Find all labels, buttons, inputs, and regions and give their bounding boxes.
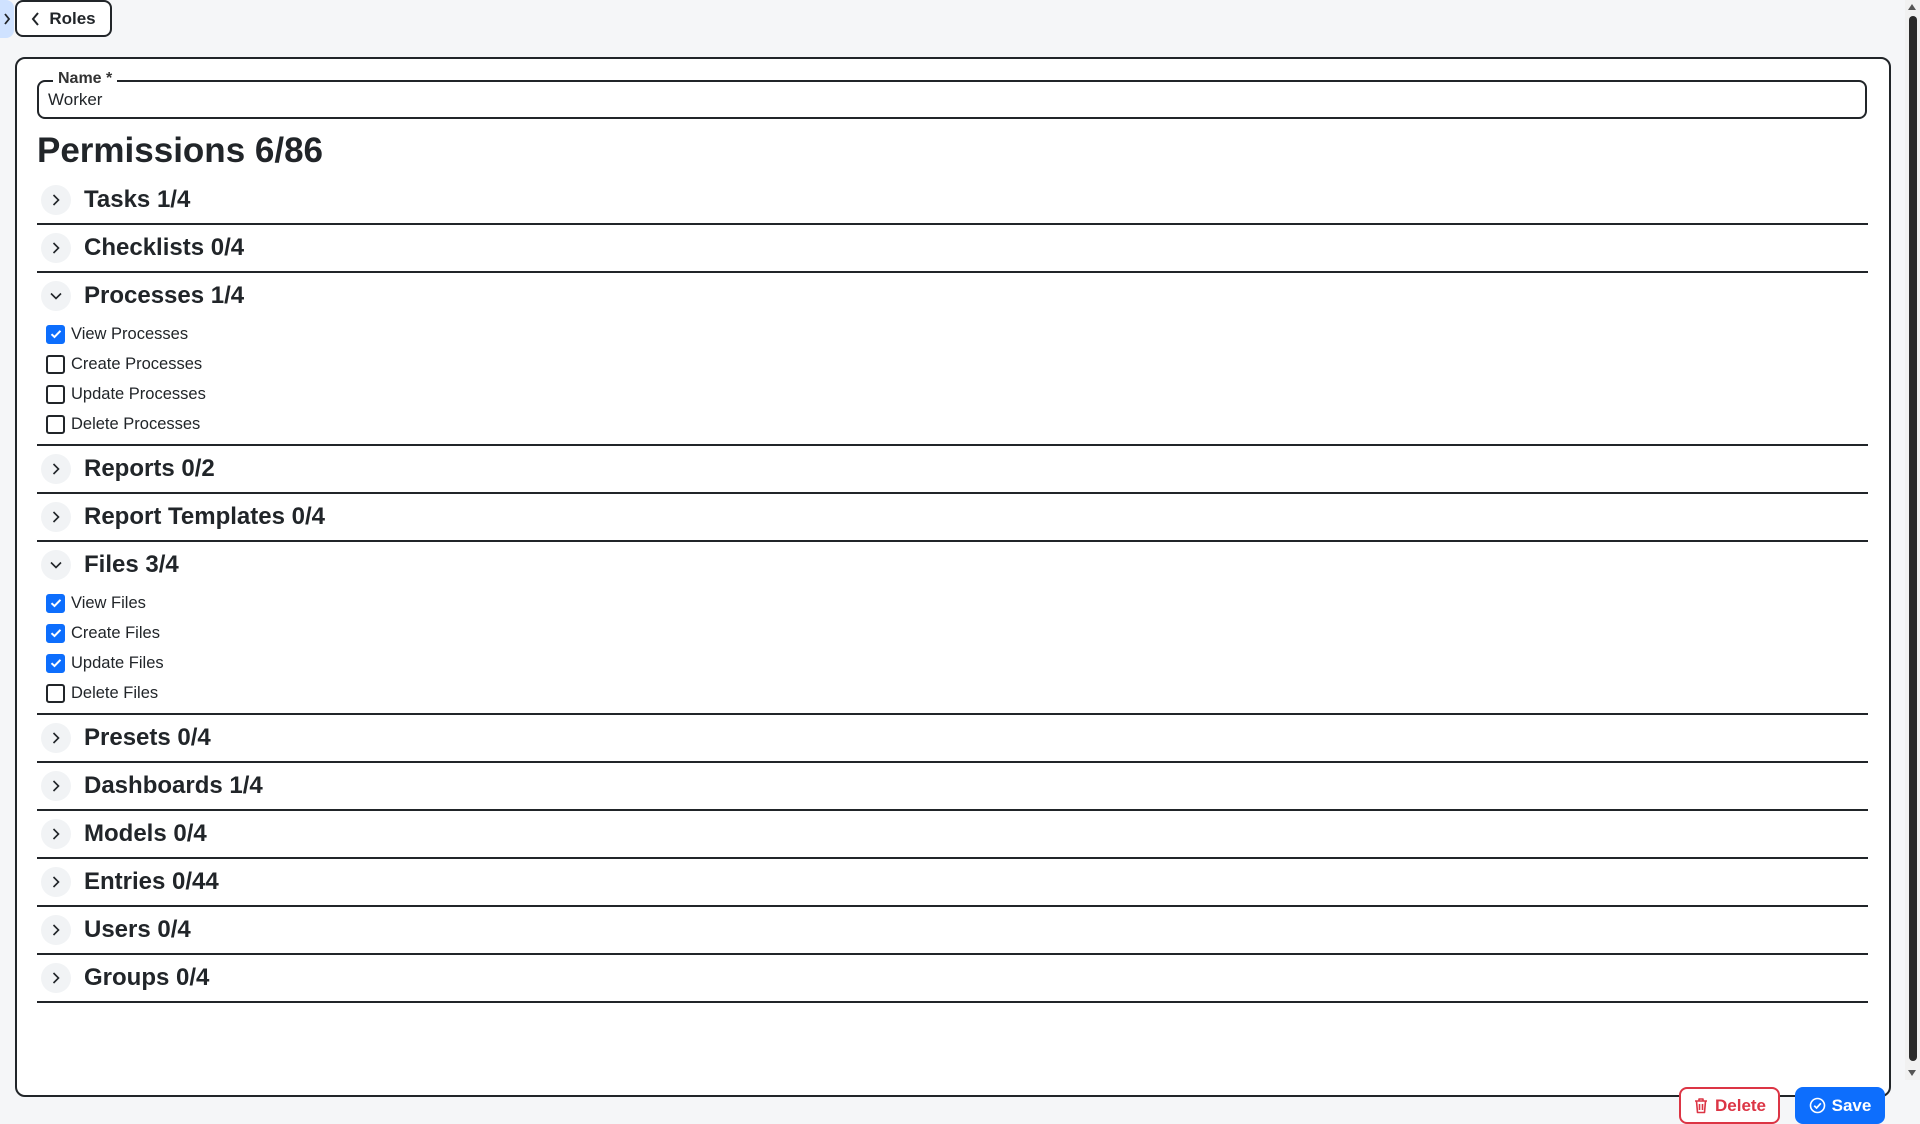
permission-label: Update Files [71, 653, 164, 672]
section-header-groups[interactable]: Groups 0/4 [37, 955, 1868, 1001]
permission-section: Dashboards 1/4 [37, 763, 1868, 811]
section-title: Models 0/4 [84, 820, 207, 847]
permission-list: View Files Create Files Update Files Delete… [37, 588, 1868, 713]
permission-item[interactable]: View Files [46, 588, 1868, 618]
section-header-report-templates[interactable]: Report Templates 0/4 [37, 494, 1868, 540]
permission-section: Checklists 0/4 [37, 225, 1868, 273]
chevron-right-icon [41, 185, 71, 215]
permission-checkbox[interactable] [46, 384, 65, 404]
permission-item[interactable]: Delete Processes [46, 409, 1868, 439]
section-header-files[interactable]: Files 3/4 [37, 542, 1868, 588]
permission-checkbox[interactable] [46, 414, 65, 434]
chevron-right-icon [41, 771, 71, 801]
save-button[interactable]: Save [1795, 1087, 1885, 1124]
section-title: Entries 0/44 [84, 868, 219, 895]
section-header-processes[interactable]: Processes 1/4 [37, 273, 1868, 319]
permission-label: Create Processes [71, 354, 203, 373]
permission-label: Delete Processes [71, 414, 201, 433]
section-title: Dashboards 1/4 [84, 772, 263, 799]
page-scrollbar[interactable] [1905, 0, 1920, 1080]
checkmark-icon [50, 629, 61, 638]
section-title: Processes 1/4 [84, 282, 245, 309]
chevron-right-icon [41, 915, 71, 945]
permissions-title: Permissions 6/86 [37, 131, 323, 170]
permission-checkbox[interactable] [46, 354, 65, 374]
permission-checkbox[interactable] [46, 324, 65, 344]
permission-item[interactable]: Create Processes [46, 349, 1868, 379]
scroll-thumb[interactable] [1909, 16, 1917, 1061]
role-edit-card: Name * Permissions 6/86 Tasks 1/4 Checkli… [15, 57, 1891, 1124]
delete-button[interactable]: Delete [1679, 1087, 1780, 1124]
section-header-reports[interactable]: Reports 0/2 [37, 446, 1868, 492]
chevron-down-icon [41, 281, 71, 311]
section-title: Tasks 1/4 [84, 186, 191, 213]
permission-checkbox[interactable] [46, 653, 65, 673]
checkmark-icon [50, 659, 61, 668]
section-title: Report Templates 0/4 [84, 503, 325, 530]
permission-checkbox[interactable] [46, 683, 65, 703]
permission-section: Users 0/4 [37, 907, 1868, 955]
permission-section: Presets 0/4 [37, 715, 1868, 763]
chevron-right-icon [41, 454, 71, 484]
section-title: Groups 0/4 [84, 964, 210, 991]
chevron-right-icon [41, 723, 71, 753]
section-title: Users 0/4 [84, 916, 191, 943]
chevron-right-icon [41, 867, 71, 897]
name-input[interactable] [48, 88, 1856, 112]
section-header-users[interactable]: Users 0/4 [37, 907, 1868, 953]
sidebar-toggle-button[interactable] [0, 0, 14, 38]
save-button-label: Save [1831, 1095, 1872, 1115]
permission-item[interactable]: Delete Files [46, 678, 1868, 708]
chevron-down-icon [41, 550, 71, 580]
permission-section: Report Templates 0/4 [37, 494, 1868, 542]
chevron-right-icon [41, 502, 71, 532]
chevron-right-icon [41, 233, 71, 263]
permission-checkbox[interactable] [46, 623, 65, 643]
permission-label: Create Files [71, 623, 160, 642]
permission-item[interactable]: Create Files [46, 618, 1868, 648]
back-to-roles-button[interactable]: Roles [15, 0, 112, 37]
permission-checkbox[interactable] [46, 593, 65, 613]
checkmark-icon [50, 599, 61, 608]
section-title: Files 3/4 [84, 551, 179, 578]
permission-sections: Tasks 1/4 Checklists 0/4 Processes 1/4 View… [37, 177, 1868, 1003]
permission-list: View Processes Create Processes Update Pro… [37, 319, 1868, 444]
delete-button-label: Delete [1714, 1095, 1767, 1115]
chevron-left-icon [32, 11, 40, 26]
section-title: Checklists 0/4 [84, 234, 245, 261]
chevron-right-icon [4, 13, 11, 25]
permission-label: Update Processes [71, 384, 206, 403]
chevron-right-icon [41, 963, 71, 993]
permission-item[interactable]: Update Processes [46, 379, 1868, 409]
permission-section: Reports 0/2 [37, 446, 1868, 494]
checkmark-icon [50, 330, 61, 339]
back-button-label: Roles [49, 8, 96, 28]
permission-section: Entries 0/44 [37, 859, 1868, 907]
permission-section: Tasks 1/4 [37, 177, 1868, 225]
section-header-presets[interactable]: Presets 0/4 [37, 715, 1868, 761]
permission-section: Files 3/4 View Files Create Files Update Fi… [37, 542, 1868, 715]
permission-label: View Processes [71, 324, 189, 343]
permission-section: Groups 0/4 [37, 955, 1868, 1003]
permission-item[interactable]: View Processes [46, 319, 1868, 349]
name-field: Name * [37, 70, 1867, 119]
permission-item[interactable]: Update Files [46, 648, 1868, 678]
section-header-tasks[interactable]: Tasks 1/4 [37, 177, 1868, 223]
scroll-down-arrow-icon[interactable] [1908, 1070, 1916, 1076]
permission-label: View Files [71, 593, 146, 612]
section-header-dashboards[interactable]: Dashboards 1/4 [37, 763, 1868, 809]
section-title: Presets 0/4 [84, 724, 211, 751]
permission-label: Delete Files [71, 683, 159, 702]
section-header-checklists[interactable]: Checklists 0/4 [37, 225, 1868, 271]
trash-icon [1694, 1098, 1707, 1114]
scroll-up-arrow-icon[interactable] [1908, 4, 1916, 10]
section-header-models[interactable]: Models 0/4 [37, 811, 1868, 857]
chevron-right-icon [41, 819, 71, 849]
name-field-label: Name * [53, 70, 118, 88]
permission-section: Models 0/4 [37, 811, 1868, 859]
permission-section: Processes 1/4 View Processes Create Proces… [37, 273, 1868, 446]
section-title: Reports 0/2 [84, 455, 215, 482]
check-circle-icon [1809, 1097, 1825, 1114]
section-header-entries[interactable]: Entries 0/44 [37, 859, 1868, 905]
